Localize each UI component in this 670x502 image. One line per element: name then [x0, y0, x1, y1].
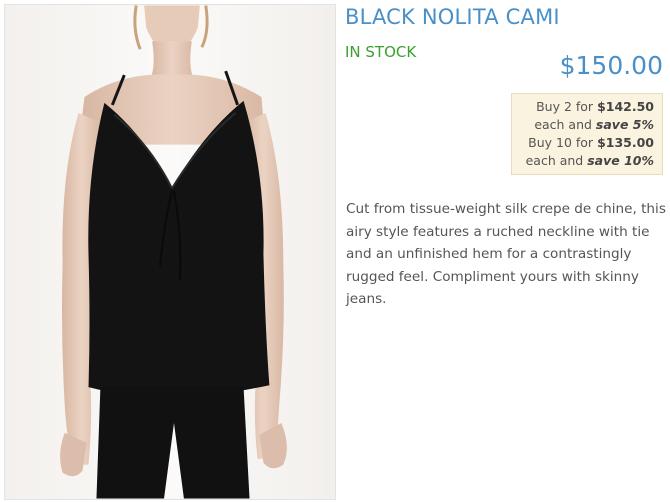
product-image[interactable] [4, 4, 336, 500]
product-description: Cut from tissue-weight silk crepe de chi… [346, 201, 666, 307]
stock-status: IN STOCK [345, 43, 417, 61]
product-photo [5, 5, 335, 499]
discount-row: each and save 10% [525, 153, 654, 168]
discount-row: Buy 2 for $142.50 [536, 99, 654, 114]
discount-savings: save 10% [587, 153, 654, 168]
discount-row: Buy 10 for $135.00 [528, 135, 654, 150]
product-price: $150.00 [559, 51, 663, 80]
product-info: BLACK NOLITA CAMI IN STOCK $150.00 Buy 2… [345, 0, 667, 502]
discount-price: $135.00 [597, 135, 654, 150]
discount-row: each and save 5% [534, 117, 654, 132]
discount-price: $142.50 [597, 99, 654, 114]
volume-discount-box: Buy 2 for $142.50 each and save 5% Buy 1… [511, 93, 663, 175]
discount-savings: save 5% [595, 117, 654, 132]
product-title: BLACK NOLITA CAMI [345, 5, 560, 29]
